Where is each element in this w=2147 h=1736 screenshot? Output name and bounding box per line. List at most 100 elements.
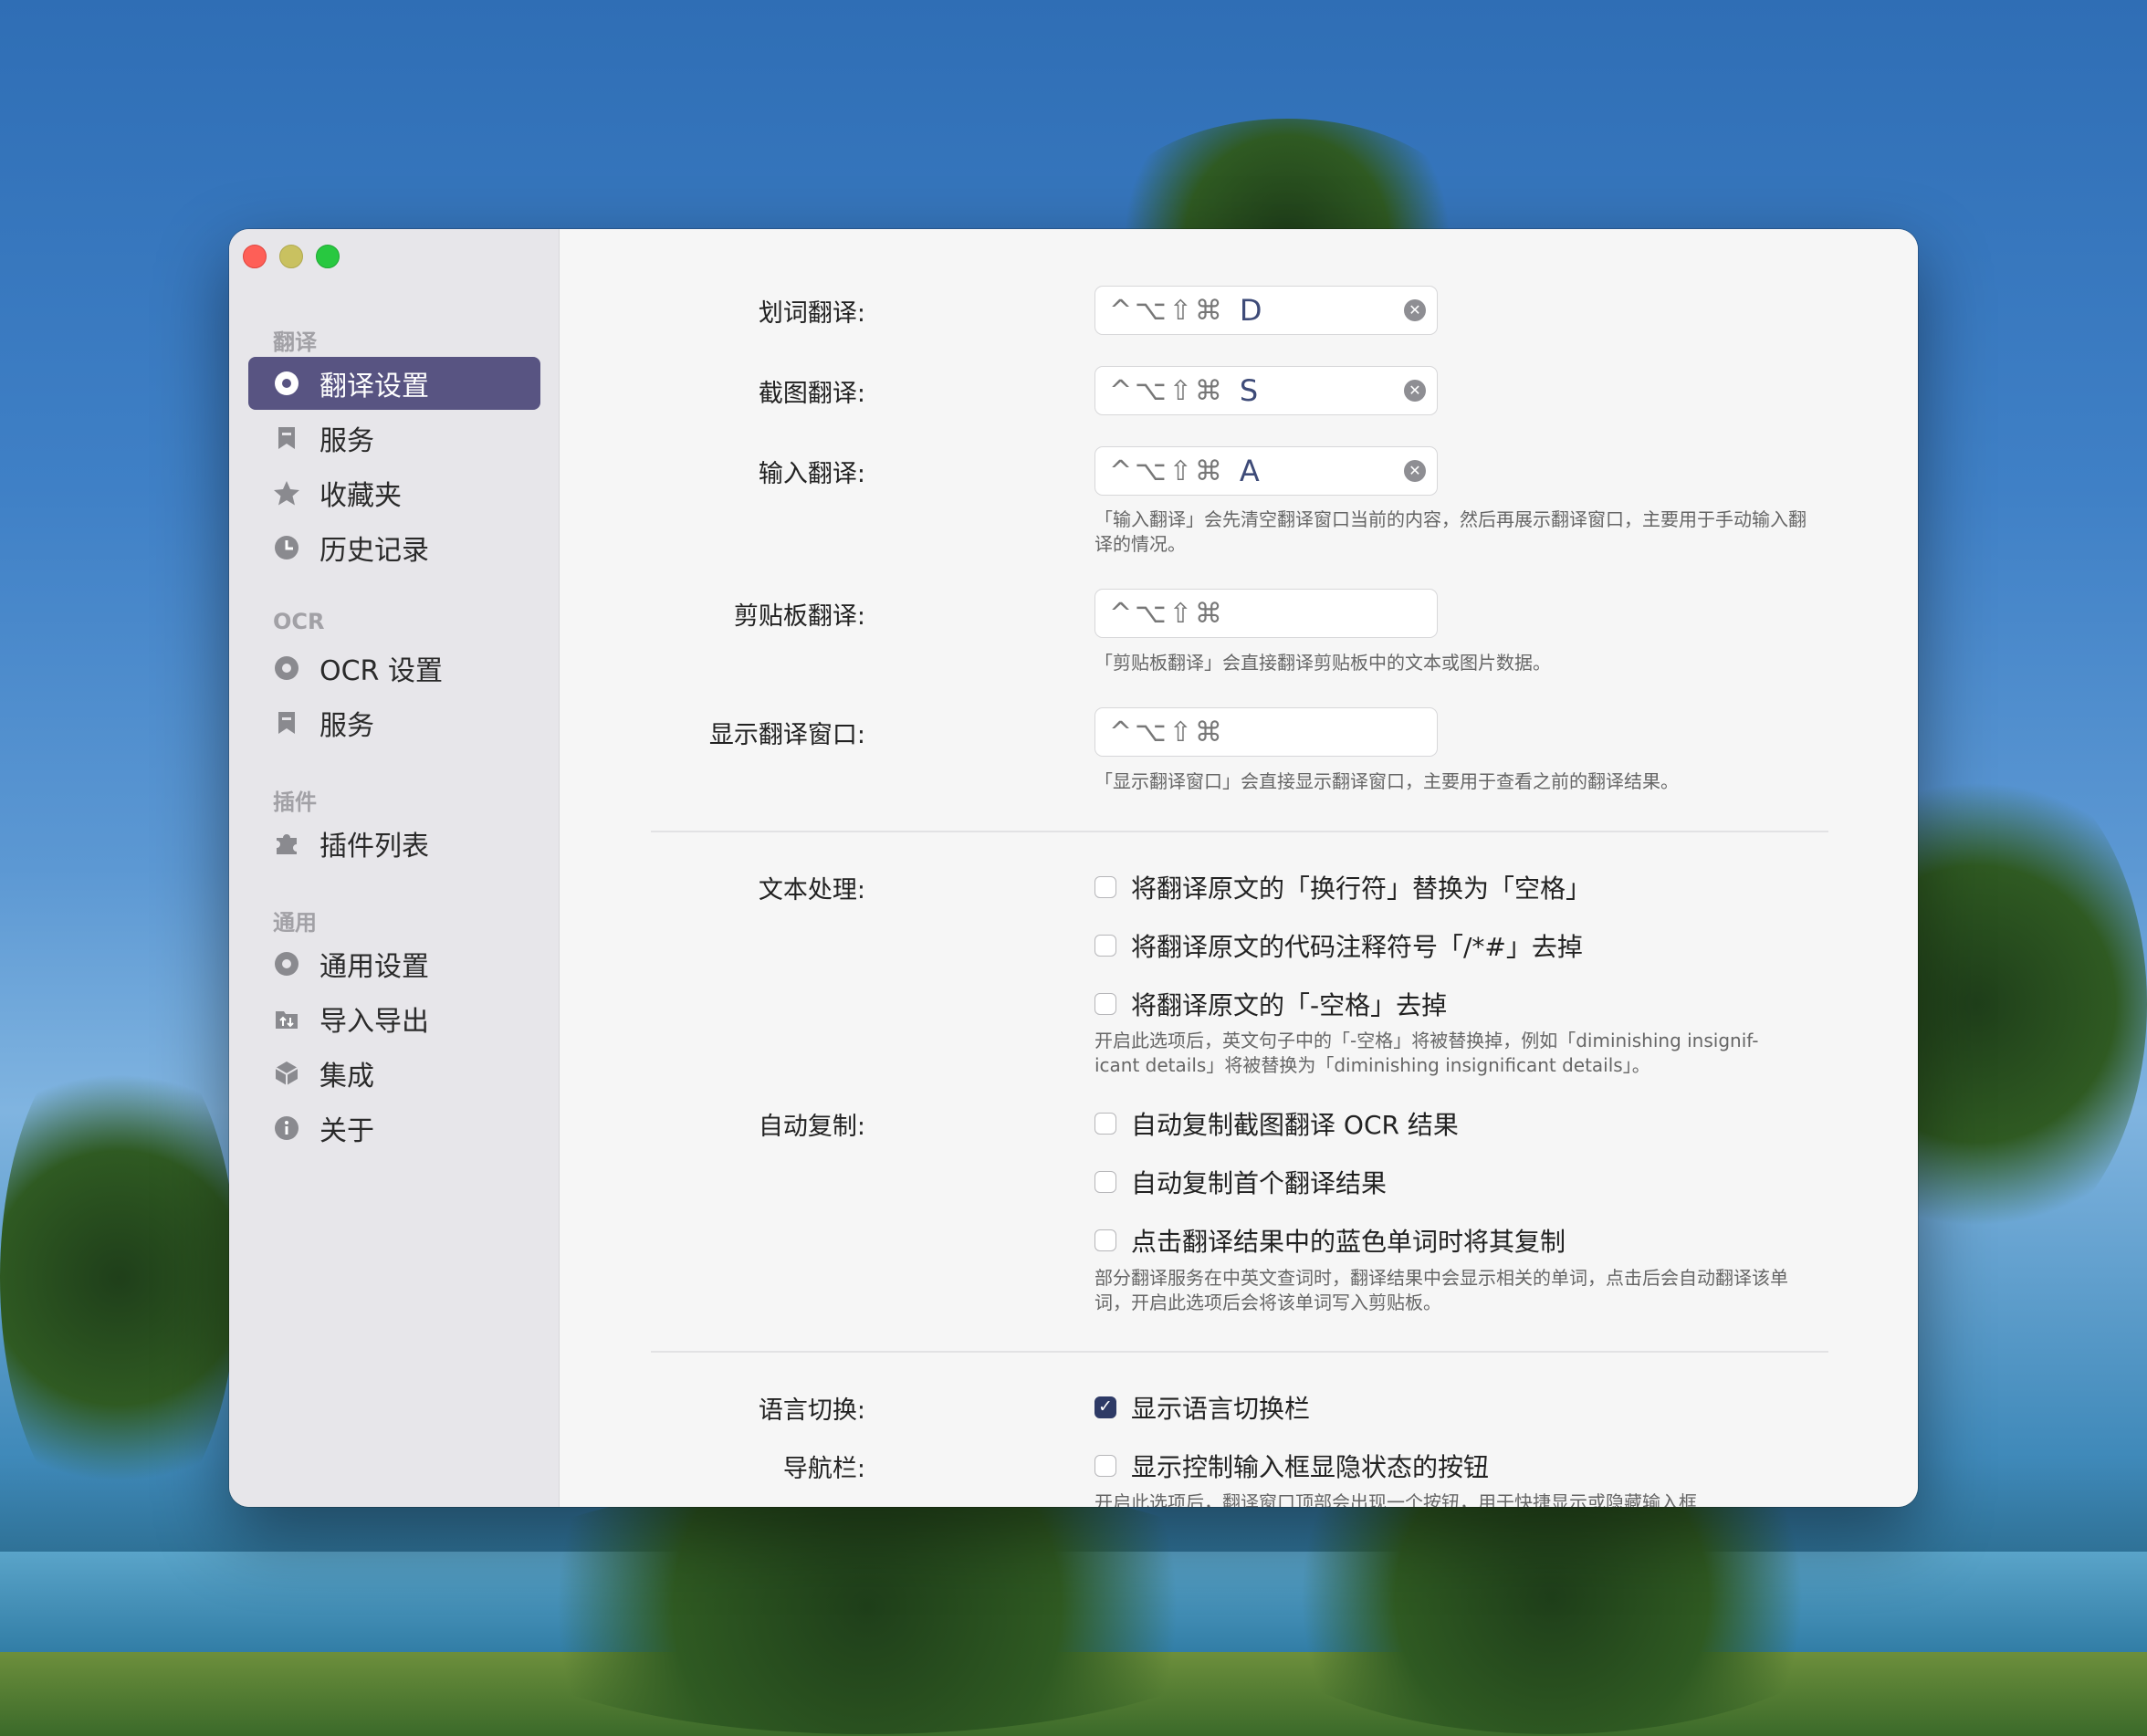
sidebar-item-label: 历史记录 bbox=[319, 535, 429, 567]
settings-window: 翻译 翻译设置 服务 收藏夹 历史记录 OCR OCR 设置 服务 插件 插件列… bbox=[229, 229, 1918, 1507]
shortcut-label: 剪贴板翻译: bbox=[733, 602, 865, 631]
puzzle-icon bbox=[273, 830, 300, 857]
shortcut-label: 划词翻译: bbox=[758, 299, 865, 328]
sidebar-item-label: 通用设置 bbox=[319, 951, 429, 983]
sidebar-item-integration[interactable]: 集成 bbox=[248, 1047, 540, 1100]
clear-shortcut-icon[interactable]: ✕ bbox=[1404, 460, 1426, 482]
close-window-button[interactable] bbox=[243, 245, 267, 268]
gear-icon bbox=[273, 654, 300, 682]
option-label: 将翻译原文的代码注释符号「/*#」去掉 bbox=[1131, 932, 1583, 962]
modifier-keys: ^⌥⇧⌘ bbox=[1109, 455, 1225, 487]
cube-icon bbox=[273, 1060, 300, 1087]
nav-bar-hint: 开启此选项后，翻译窗口顶部会出现一个按钮，用于快捷显示或隐藏输入框 bbox=[1094, 1491, 1697, 1507]
checkbox[interactable] bbox=[1094, 1455, 1116, 1477]
clear-shortcut-icon[interactable]: ✕ bbox=[1404, 380, 1426, 402]
checkbox[interactable] bbox=[1094, 1113, 1116, 1135]
sidebar-item-label: 关于 bbox=[319, 1115, 374, 1147]
option-remove-comment-symbols[interactable]: 将翻译原文的代码注释符号「/*#」去掉 bbox=[1094, 927, 1583, 964]
checkbox[interactable] bbox=[1094, 993, 1116, 1015]
checkbox[interactable] bbox=[1094, 1171, 1116, 1193]
shortcut-field-screenshot-translate[interactable]: ^⌥⇧⌘ S ✕ bbox=[1094, 366, 1438, 415]
sidebar-item-ocr-services[interactable]: 服务 bbox=[248, 696, 540, 749]
sidebar-section-title: 插件 bbox=[273, 790, 317, 815]
modifier-keys: ^⌥⇧⌘ bbox=[1109, 374, 1225, 407]
gear-icon bbox=[273, 950, 300, 978]
language-switch-label: 语言切换: bbox=[758, 1396, 865, 1425]
text-processing-hint: 开启此选项后，英文句子中的「-空格」将被替换掉，例如「diminishing i… bbox=[1094, 1030, 1759, 1076]
shortcut-field-clipboard-translate[interactable]: ^⌥⇧⌘ bbox=[1094, 589, 1438, 638]
shortcut-key: A bbox=[1239, 454, 1260, 488]
modifier-keys: ^⌥⇧⌘ bbox=[1109, 294, 1225, 327]
auto-copy-label: 自动复制: bbox=[758, 1113, 865, 1141]
option-label: 自动复制首个翻译结果 bbox=[1131, 1168, 1388, 1198]
sidebar-item-label: 导入导出 bbox=[319, 1006, 429, 1038]
shortcut-label: 截图翻译: bbox=[758, 380, 865, 408]
shortcut-field-input-translate[interactable]: ^⌥⇧⌘ A ✕ bbox=[1094, 446, 1438, 496]
option-show-input-toggle[interactable]: 显示控制输入框显隐状态的按钮 bbox=[1094, 1448, 1489, 1484]
option-auto-copy-ocr[interactable]: 自动复制截图翻译 OCR 结果 bbox=[1094, 1105, 1459, 1142]
sidebar-item-label: 服务 bbox=[319, 425, 374, 457]
sidebar-item-about[interactable]: 关于 bbox=[248, 1102, 540, 1155]
bookmark-icon bbox=[273, 709, 300, 737]
checkbox[interactable] bbox=[1094, 1229, 1116, 1251]
sidebar-item-favorites[interactable]: 收藏夹 bbox=[248, 466, 540, 519]
section-divider bbox=[651, 831, 1828, 832]
minimize-window-button[interactable] bbox=[279, 245, 303, 268]
option-replace-newline[interactable]: 将翻译原文的「换行符」替换为「空格」 bbox=[1094, 869, 1591, 905]
option-label: 自动复制截图翻译 OCR 结果 bbox=[1131, 1110, 1459, 1140]
clear-shortcut-icon[interactable]: ✕ bbox=[1404, 299, 1426, 321]
input-translate-hint: 「输入翻译」会先清空翻译窗口当前的内容，然后再展示翻译窗口，主要用于手动输入翻译… bbox=[1094, 508, 1807, 555]
sidebar-item-label: 翻译设置 bbox=[319, 371, 429, 403]
sidebar-item-label: 收藏夹 bbox=[319, 480, 402, 512]
text-processing-label: 文本处理: bbox=[758, 876, 865, 905]
sidebar-item-label: 插件列表 bbox=[319, 831, 429, 863]
sidebar: 翻译 翻译设置 服务 收藏夹 历史记录 OCR OCR 设置 服务 插件 插件列… bbox=[229, 229, 560, 1507]
sidebar-section-title: 通用 bbox=[273, 910, 317, 936]
sidebar-item-label: 服务 bbox=[319, 710, 374, 742]
maximize-window-button[interactable] bbox=[316, 245, 340, 268]
clipboard-translate-hint: 「剪贴板翻译」会直接翻译剪贴板中的文本或图片数据。 bbox=[1094, 652, 1551, 674]
checkbox[interactable] bbox=[1094, 876, 1116, 898]
sidebar-item-services[interactable]: 服务 bbox=[248, 412, 540, 465]
sidebar-section-title: 翻译 bbox=[273, 329, 317, 355]
shortcut-label: 显示翻译窗口: bbox=[708, 721, 865, 749]
show-window-hint: 「显示翻译窗口」会直接显示翻译窗口，主要用于查看之前的翻译结果。 bbox=[1094, 770, 1679, 792]
bookmark-icon bbox=[273, 424, 300, 452]
nav-bar-label: 导航栏: bbox=[782, 1455, 865, 1483]
star-icon bbox=[273, 479, 300, 507]
import-export-icon bbox=[273, 1005, 300, 1032]
settings-content: 划词翻译: ^⌥⇧⌘ D ✕ 截图翻译: ^⌥⇧⌘ S ✕ 输入翻译: ^⌥⇧⌘… bbox=[560, 229, 1918, 1507]
sidebar-item-import-export[interactable]: 导入导出 bbox=[248, 992, 540, 1045]
shortcut-field-show-window[interactable]: ^⌥⇧⌘ bbox=[1094, 707, 1438, 757]
modifier-keys: ^⌥⇧⌘ bbox=[1109, 716, 1225, 748]
shortcut-field-select-translate[interactable]: ^⌥⇧⌘ D ✕ bbox=[1094, 286, 1438, 335]
palm-tree-decoration bbox=[456, 1479, 1278, 1734]
section-divider bbox=[651, 1351, 1828, 1353]
option-show-language-bar[interactable]: ✓ 显示语言切换栏 bbox=[1094, 1389, 1310, 1426]
sidebar-item-history[interactable]: 历史记录 bbox=[248, 521, 540, 574]
sidebar-item-general-settings[interactable]: 通用设置 bbox=[248, 937, 540, 990]
sidebar-item-plugin-list[interactable]: 插件列表 bbox=[248, 817, 540, 870]
option-label: 点击翻译结果中的蓝色单词时将其复制 bbox=[1131, 1227, 1566, 1257]
modifier-keys: ^⌥⇧⌘ bbox=[1109, 597, 1225, 630]
info-icon bbox=[273, 1114, 300, 1142]
option-label: 将翻译原文的「换行符」替换为「空格」 bbox=[1131, 873, 1592, 904]
option-copy-blue-word[interactable]: 点击翻译结果中的蓝色单词时将其复制 bbox=[1094, 1222, 1566, 1259]
option-label: 显示语言切换栏 bbox=[1131, 1394, 1311, 1424]
sidebar-item-translate-settings[interactable]: 翻译设置 bbox=[248, 357, 540, 410]
shortcut-key: S bbox=[1239, 373, 1259, 408]
option-remove-hyphen-space[interactable]: 将翻译原文的「-空格」去掉 bbox=[1094, 986, 1447, 1022]
shortcut-label: 输入翻译: bbox=[758, 460, 865, 488]
sidebar-item-label: OCR 设置 bbox=[319, 655, 443, 687]
auto-copy-hint: 部分翻译服务在中英文查词时，翻译结果中会显示相关的单词，点击后会自动翻译该单词，… bbox=[1094, 1267, 1788, 1313]
option-label: 将翻译原文的「-空格」去掉 bbox=[1131, 990, 1448, 1020]
option-auto-copy-first-result[interactable]: 自动复制首个翻译结果 bbox=[1094, 1164, 1387, 1200]
option-label: 显示控制输入框显隐状态的按钮 bbox=[1131, 1452, 1490, 1482]
checkbox-checked[interactable]: ✓ bbox=[1094, 1396, 1116, 1418]
clock-icon bbox=[273, 534, 300, 561]
checkbox[interactable] bbox=[1094, 935, 1116, 957]
gear-icon bbox=[273, 370, 300, 397]
palm-tree-decoration bbox=[0, 1022, 237, 1533]
sidebar-item-ocr-settings[interactable]: OCR 设置 bbox=[248, 642, 540, 695]
shortcut-key: D bbox=[1239, 293, 1262, 328]
